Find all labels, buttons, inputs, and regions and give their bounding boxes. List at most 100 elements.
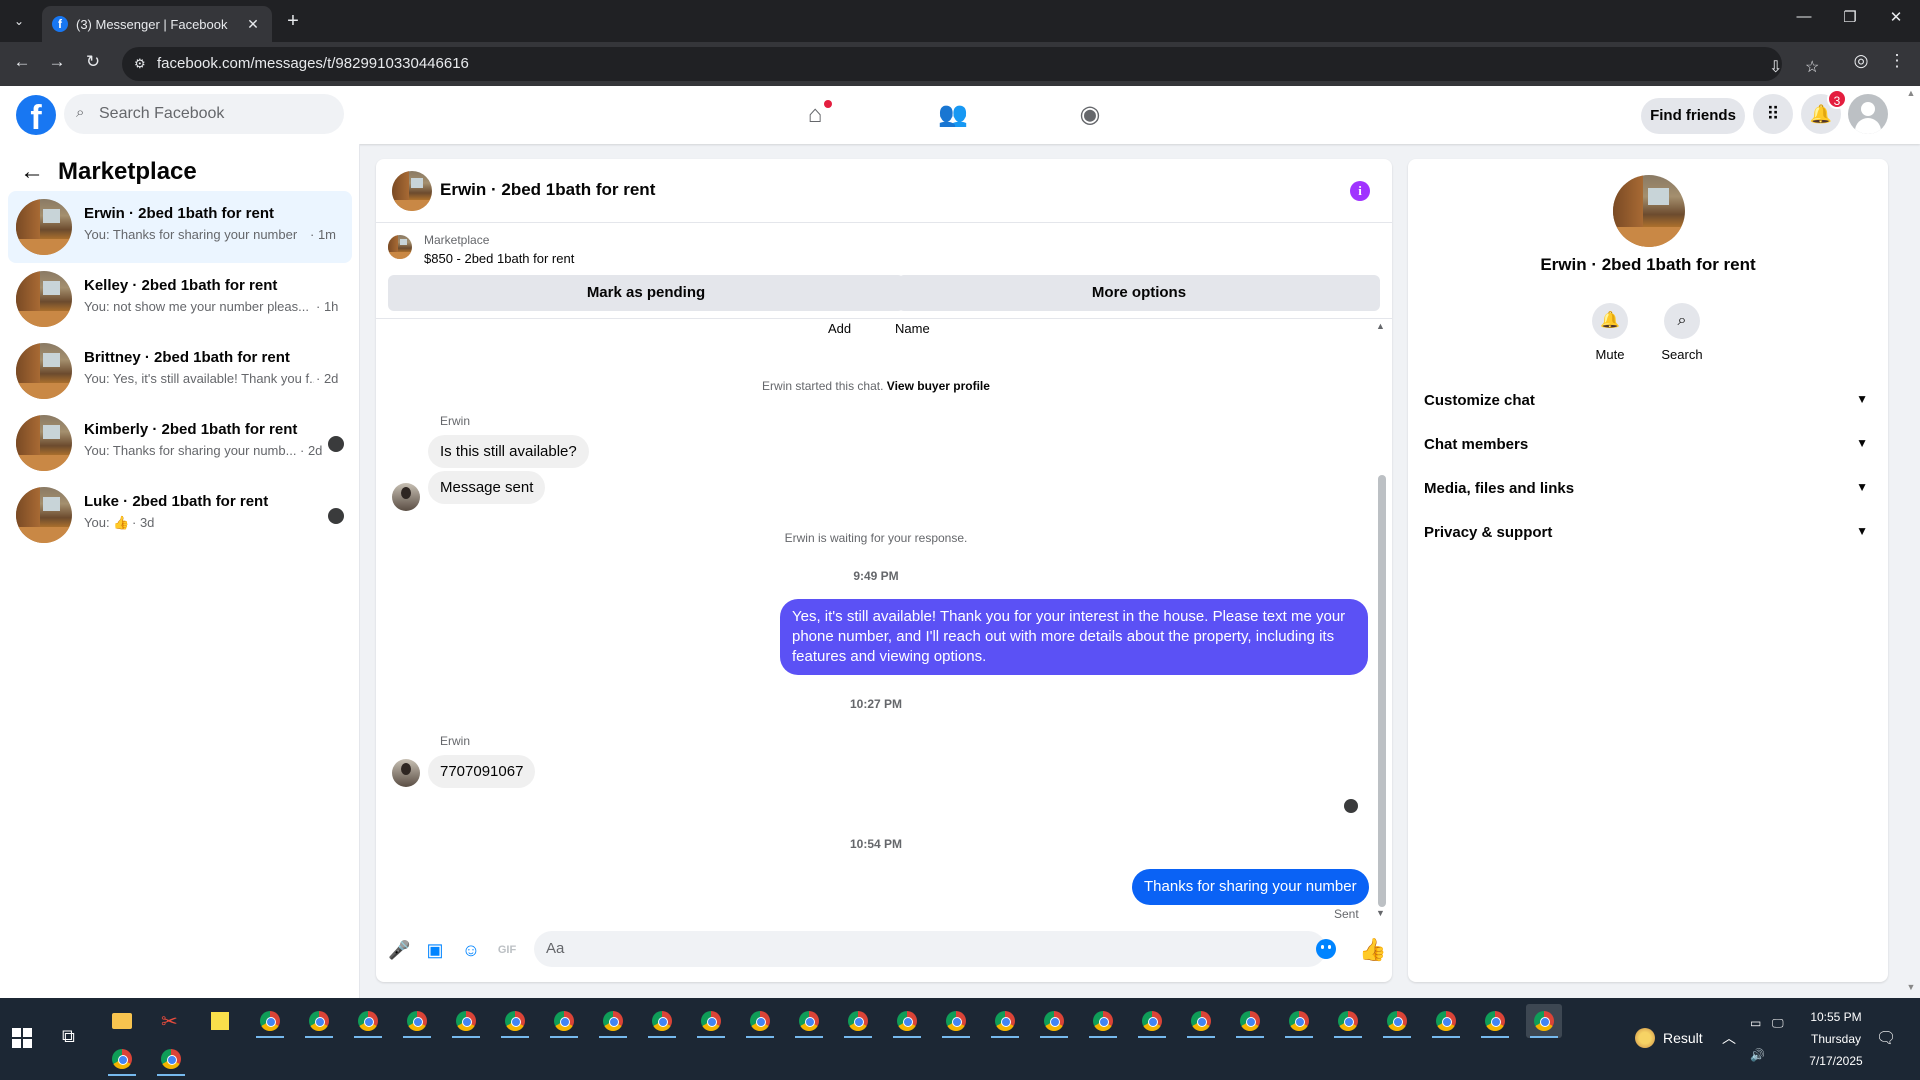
mute-action[interactable]: 🔔 Mute	[1580, 303, 1640, 362]
emoji-icon[interactable]	[1316, 939, 1336, 959]
chrome-window-icon[interactable]	[840, 1004, 876, 1038]
chrome-window-icon[interactable]	[693, 1004, 729, 1038]
chrome-window-icon[interactable]	[399, 1004, 435, 1038]
scroll-up-arrow-icon[interactable]: ▲	[1376, 321, 1385, 331]
search-action[interactable]: ⌕ Search	[1652, 303, 1712, 362]
view-buyer-profile-link[interactable]: View buyer profile	[887, 379, 990, 393]
sender-avatar[interactable]	[392, 759, 420, 787]
sticky-notes-icon[interactable]	[202, 1004, 238, 1038]
find-friends-button[interactable]: Find friends	[1641, 98, 1745, 134]
weather-widget[interactable]: Result	[1635, 1028, 1703, 1048]
new-tab-plus-icon[interactable]: +	[282, 10, 304, 32]
chrome-window-icon[interactable]	[742, 1004, 778, 1038]
sticker-icon[interactable]: ☺	[460, 939, 482, 961]
chrome-window-icon[interactable]	[987, 1004, 1023, 1038]
chrome-window-icon[interactable]	[1085, 1004, 1121, 1038]
gif-icon[interactable]: GIF	[496, 939, 518, 961]
windows-start-icon[interactable]	[12, 1028, 32, 1048]
browser-menu-kebab-icon[interactable]: ⋮	[1884, 51, 1910, 71]
chrome-window-icon[interactable]	[252, 1004, 288, 1038]
clock-time[interactable]: 10:55 PM	[1796, 1010, 1876, 1024]
facebook-logo[interactable]: f	[16, 95, 56, 135]
notification-center-icon[interactable]: 🗨	[1876, 1028, 1896, 1048]
chrome-window-icon[interactable]	[1281, 1004, 1317, 1038]
chrome-window-icon[interactable]	[104, 1042, 140, 1076]
chat-title[interactable]: Erwin · 2bed 1bath for rent	[440, 180, 655, 200]
clock-date[interactable]: 7/17/2025	[1796, 1054, 1876, 1068]
task-view-icon[interactable]: ⧉	[62, 1026, 75, 1047]
message-input[interactable]: Aa	[534, 931, 1326, 967]
account-avatar[interactable]	[1848, 94, 1888, 134]
install-app-icon[interactable]: ⇩	[1769, 57, 1782, 77]
chrome-window-icon[interactable]	[1526, 1004, 1562, 1038]
chrome-window-icon[interactable]	[595, 1004, 631, 1038]
chrome-window-icon[interactable]	[1428, 1004, 1464, 1038]
mark-as-pending-button[interactable]: Mark as pending	[388, 275, 904, 311]
address-bar[interactable]: ⚙ facebook.com/messages/t/98299103304466…	[122, 47, 1819, 81]
chrome-window-icon[interactable]	[1330, 1004, 1366, 1038]
forward-arrow-icon[interactable]: →	[44, 52, 70, 72]
volume-icon[interactable]: 🔊	[1750, 1048, 1765, 1062]
conversation-item-brittney[interactable]: Brittney · 2bed 1bath for rent You: Yes,…	[8, 335, 352, 407]
section-media-files-links[interactable]: Media, files and links ▼	[1424, 469, 1872, 509]
clock-day[interactable]: Thursday	[1796, 1032, 1876, 1046]
chrome-window-icon[interactable]	[644, 1004, 680, 1038]
microphone-icon[interactable]: 🎤	[388, 939, 410, 961]
page-scroll-down-arrow-icon[interactable]: ▼	[1906, 982, 1916, 992]
meet-now-icon[interactable]: ▭	[1750, 1016, 1761, 1030]
conversation-item-erwin[interactable]: Erwin · 2bed 1bath for rent You: Thanks …	[8, 191, 352, 263]
chat-avatar[interactable]	[392, 171, 432, 211]
more-options-button[interactable]: More options	[898, 275, 1380, 311]
outgoing-message[interactable]: Thanks for sharing your number	[1132, 869, 1369, 905]
restore-window-icon[interactable]: ❐	[1835, 8, 1865, 26]
conversation-item-kelley[interactable]: Kelley · 2bed 1bath for rent You: not sh…	[8, 263, 352, 335]
back-arrow-icon[interactable]: ←	[20, 158, 44, 186]
chrome-window-icon[interactable]	[1134, 1004, 1170, 1038]
image-icon[interactable]: ▣	[424, 939, 446, 961]
conversation-item-luke[interactable]: Luke · 2bed 1bath for rent You: 👍 · 3d	[8, 479, 352, 551]
groups-icon[interactable]: ◉	[1073, 98, 1107, 132]
section-privacy-support[interactable]: Privacy & support ▼	[1424, 513, 1872, 553]
bookmark-star-icon[interactable]: ☆	[1805, 57, 1819, 77]
incoming-message[interactable]: 7707091067	[428, 755, 536, 788]
friends-icon[interactable]: 👥	[936, 98, 970, 132]
file-explorer-icon[interactable]	[104, 1004, 140, 1038]
chrome-window-icon[interactable]	[889, 1004, 925, 1038]
chrome-window-icon[interactable]	[153, 1042, 189, 1076]
back-arrow-icon[interactable]: ←	[9, 52, 35, 72]
minimize-window-icon[interactable]: —	[1789, 8, 1819, 25]
incoming-message[interactable]: Is this still available?	[428, 435, 589, 468]
network-icon[interactable]: 🖵	[1772, 1016, 1784, 1031]
chrome-window-icon[interactable]	[301, 1004, 337, 1038]
contact-avatar[interactable]	[1613, 175, 1685, 247]
section-customize-chat[interactable]: Customize chat ▼	[1424, 381, 1872, 421]
sender-avatar[interactable]	[392, 483, 420, 511]
chrome-window-icon[interactable]	[497, 1004, 533, 1038]
chrome-window-icon[interactable]	[1232, 1004, 1268, 1038]
browser-tab-active[interactable]: f (3) Messenger | Facebook ✕	[42, 6, 272, 42]
outgoing-message[interactable]: Yes, it's still available! Thank you for…	[780, 599, 1368, 675]
facebook-search-input[interactable]: ⌕ Search Facebook	[64, 94, 344, 134]
page-scroll-up-arrow-icon[interactable]: ▲	[1906, 88, 1916, 98]
snipping-tool-icon[interactable]: ✂	[152, 1004, 188, 1038]
url-text[interactable]: facebook.com/messages/t/9829910330446616	[157, 55, 469, 72]
conversation-info-icon[interactable]: i	[1350, 181, 1370, 201]
chrome-window-icon[interactable]	[1036, 1004, 1072, 1038]
chrome-window-icon[interactable]	[1183, 1004, 1219, 1038]
show-hidden-icons-chevron-up-icon[interactable]: ︿	[1722, 1028, 1736, 1048]
close-tab-icon[interactable]: ✕	[244, 16, 262, 33]
chrome-window-icon[interactable]	[350, 1004, 386, 1038]
chat-scrollbar[interactable]	[1378, 475, 1386, 907]
chrome-window-icon[interactable]	[1379, 1004, 1415, 1038]
incoming-message[interactable]: Message sent	[428, 471, 546, 504]
reload-icon[interactable]: ↻	[80, 52, 106, 72]
chrome-window-icon[interactable]	[1477, 1004, 1513, 1038]
chrome-window-icon[interactable]	[546, 1004, 582, 1038]
chrome-window-icon[interactable]	[791, 1004, 827, 1038]
listing-price[interactable]: $850 - 2bed 1bath for rent	[424, 251, 574, 266]
menu-grid-icon[interactable]: ⠿	[1753, 94, 1793, 134]
tab-list-chevron-down-icon[interactable]: ⌄	[6, 8, 32, 34]
chrome-window-icon[interactable]	[938, 1004, 974, 1038]
chrome-window-icon[interactable]	[448, 1004, 484, 1038]
close-window-icon[interactable]: ✕	[1881, 8, 1911, 26]
